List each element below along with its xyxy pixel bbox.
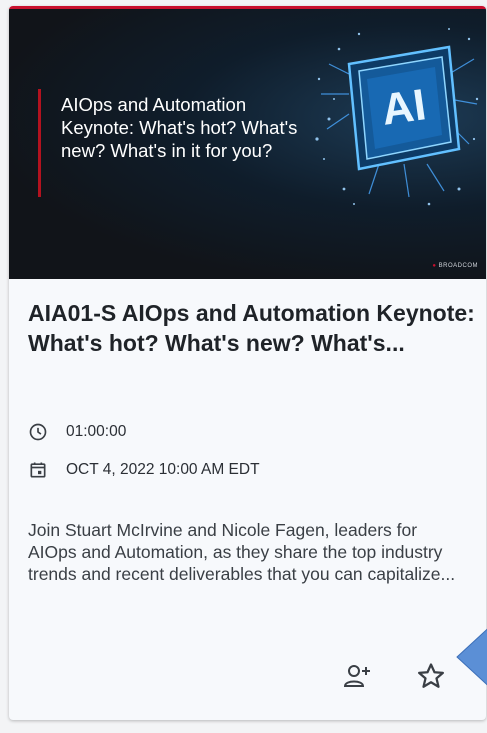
ai-chip-graphic: AI bbox=[315, 28, 479, 206]
person-add-icon bbox=[343, 665, 370, 687]
session-duration: 01:00:00 bbox=[66, 423, 127, 440]
session-card[interactable]: AIOps and Automation Keynote: What's hot… bbox=[9, 6, 486, 720]
thumbnail-accent-line bbox=[38, 89, 41, 197]
favorite-button[interactable] bbox=[413, 658, 449, 694]
thumbnail-title: AIOps and Automation Keynote: What's hot… bbox=[61, 94, 298, 161]
calendar-icon bbox=[30, 462, 46, 478]
duration-row: 01:00:00 bbox=[28, 422, 126, 442]
session-title[interactable]: AIA01-S AIOps and Automation Keynote: Wh… bbox=[28, 298, 478, 358]
clock-icon bbox=[29, 423, 47, 441]
session-description: Join Stuart McIrvine and Nicole Fagen, l… bbox=[28, 520, 456, 584]
star-outline-icon bbox=[418, 663, 444, 688]
broadcom-logo: ● BROADCOM bbox=[432, 263, 478, 269]
session-datetime: OCT 4, 2022 10:00 AM EDT bbox=[66, 461, 260, 478]
scroll-arrow-icon[interactable] bbox=[455, 622, 487, 692]
datetime-row: OCT 4, 2022 10:00 AM EDT bbox=[28, 460, 260, 480]
session-thumbnail[interactable]: AIOps and Automation Keynote: What's hot… bbox=[9, 9, 486, 279]
chip-label: AI bbox=[379, 80, 429, 135]
add-to-schedule-button[interactable] bbox=[339, 658, 375, 694]
